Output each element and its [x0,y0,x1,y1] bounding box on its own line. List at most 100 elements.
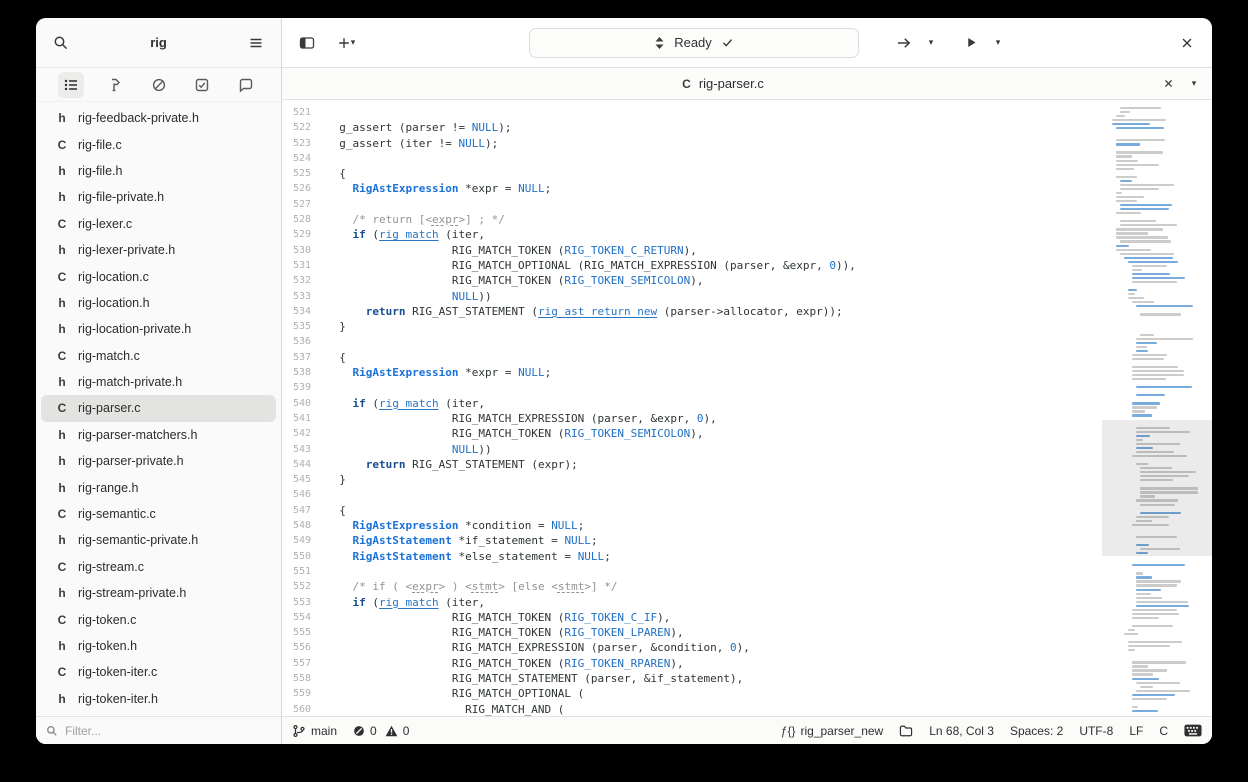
code-line-525[interactable]: 525 { [282,166,1102,181]
file-item-rig-feedback-private.h[interactable]: h rig-feedback-private.h [41,105,276,131]
code-line-533[interactable]: 533 NULL)) [282,289,1102,304]
code-line-551[interactable]: 551 [282,564,1102,579]
file-item-rig-parser-private.h[interactable]: h rig-parser-private.h [41,448,276,474]
file-item-rig-match.c[interactable]: Crig-match.c [41,343,276,369]
code-line-557[interactable]: 557 RIG_MATCH_TOKEN (RIG_TOKEN_RPAREN), [282,656,1102,671]
minimap-viewport[interactable] [1102,420,1212,556]
tab-project-tree[interactable] [58,71,84,98]
file-item-rig-location-private.h[interactable]: h rig-location-private.h [41,316,276,342]
tab-errors[interactable] [146,72,172,98]
deploy-options-button[interactable]: ▾ [920,28,942,58]
search-button[interactable] [46,28,76,58]
file-item-rig-semantic-private.h[interactable]: h rig-semantic-private.h [41,527,276,553]
code-line-534[interactable]: 534 return RIG_AST_STATEMENT (rig_ast_re… [282,304,1102,319]
filetype-icon: h [58,295,66,310]
tab-build[interactable] [102,72,128,98]
code-line-529[interactable]: 529 if (rig_match (iter, [282,227,1102,242]
filetype-icon: C [57,348,67,363]
file-item-rig-match-private.h[interactable]: h rig-match-private.h [41,369,276,395]
current-symbol-indicator[interactable]: ƒ{} rig_parser_new [781,724,883,738]
code-line-560[interactable]: 560 RIG_MATCH_AND ( [282,702,1102,716]
language-indicator[interactable]: C [1159,724,1168,738]
code-line-550[interactable]: 550 RigAstStatement *else_statement = NU… [282,549,1102,564]
code-line-556[interactable]: 556 RIG_MATCH_EXPRESSION (parser, &condi… [282,640,1102,655]
code-line-527[interactable]: 527 [282,197,1102,212]
cursor-position-indicator[interactable]: Ln 68, Col 3 [929,724,994,738]
code-line-546[interactable]: 546 [282,487,1102,502]
keyboard-layout-button[interactable] [1184,724,1202,737]
warning-counter[interactable]: 0 [385,724,409,738]
file-item-rig-semantic.c[interactable]: Crig-semantic.c [41,501,276,527]
file-item-rig-token.c[interactable]: Crig-token.c [41,606,276,632]
code-line-545[interactable]: 545 } [282,472,1102,487]
file-item-rig-file.h[interactable]: h rig-file.h [41,158,276,184]
code-line-539[interactable]: 539 [282,380,1102,395]
circle-slash-icon [151,77,167,93]
code-line-547[interactable]: 547 { [282,503,1102,518]
file-item-rig-stream.c[interactable]: Crig-stream.c [41,554,276,580]
file-item-rig-file-private.h[interactable]: h rig-file-private.h [41,184,276,210]
code-line-535[interactable]: 535 } [282,319,1102,334]
file-item-rig-token-iter.h[interactable]: h rig-token-iter.h [41,686,276,712]
project-folder-button[interactable] [899,725,913,737]
indentation-indicator[interactable]: Spaces: 2 [1010,724,1063,738]
code-line-536[interactable]: 536 [282,334,1102,349]
file-item-rig-token.h[interactable]: h rig-token.h [41,633,276,659]
code-line-521[interactable]: 521 [282,105,1102,120]
file-item-rig-lexer.c[interactable]: Crig-lexer.c [41,211,276,237]
file-item-rig-stream-private.h[interactable]: h rig-stream-private.h [41,580,276,606]
run-button-group: ▾ [956,28,1009,58]
filter-input[interactable] [65,723,271,738]
encoding-indicator[interactable]: UTF-8 [1079,724,1113,738]
run-button[interactable] [956,28,986,58]
new-tab-button[interactable]: ▾ [326,28,366,58]
code-editor[interactable]: 521 522 g_assert (parser != NULL); 523 g_a… [282,100,1102,716]
deploy-button[interactable] [889,28,919,58]
minimap[interactable] [1102,100,1212,716]
file-item-rig-range.h[interactable]: h rig-range.h [41,474,276,500]
code-line-532[interactable]: 532 RIG_MATCH_TOKEN (RIG_TOKEN_SEMICOLON… [282,273,1102,288]
code-line-549[interactable]: 549 RigAstStatement *if_statement = NULL… [282,533,1102,548]
code-line-541[interactable]: 541 RIG_MATCH_EXPRESSION (parser, &expr,… [282,411,1102,426]
file-item-rig-token-iter.c[interactable]: Crig-token-iter.c [41,659,276,685]
file-item-rig-lexer-private.h[interactable]: h rig-lexer-private.h [41,237,276,263]
tab-todo[interactable] [189,72,215,98]
code-line-537[interactable]: 537 { [282,350,1102,365]
file-item-rig-parser-matchers.h[interactable]: h rig-parser-matchers.h [41,422,276,448]
file-item-rig-location.h[interactable]: h rig-location.h [41,290,276,316]
line-ending-indicator[interactable]: LF [1129,724,1143,738]
code-line-522[interactable]: 522 g_assert (parser != NULL); [282,120,1102,135]
code-line-524[interactable]: 524 [282,151,1102,166]
code-line-526[interactable]: 526 RigAstExpression *expr = NULL; [282,181,1102,196]
code-line-528[interactable]: 528 /* return [<expr>] ; */ [282,212,1102,227]
tab-close-button[interactable] [1156,72,1180,96]
tab-list-dropdown-button[interactable]: ▾ [1184,72,1204,96]
code-line-530[interactable]: 530 RIG_MATCH_TOKEN (RIG_TOKEN_C_RETURN)… [282,243,1102,258]
file-item-rig-parser.c[interactable]: Crig-parser.c [41,395,276,422]
window-close-button[interactable] [1172,28,1202,58]
tab-chat[interactable] [233,72,259,98]
code-line-554[interactable]: 554 RIG_MATCH_TOKEN (RIG_TOKEN_C_IF), [282,610,1102,625]
code-line-555[interactable]: 555 RIG_MATCH_TOKEN (RIG_TOKEN_LPAREN), [282,625,1102,640]
code-line-538[interactable]: 538 RigAstExpression *expr = NULL; [282,365,1102,380]
code-line-544[interactable]: 544 return RIG_AST_STATEMENT (expr); [282,457,1102,472]
file-item-rig-location.c[interactable]: Crig-location.c [41,263,276,289]
code-line-558[interactable]: 558 RIG_MATCH_STATEMENT (parser, &if_sta… [282,671,1102,686]
code-line-531[interactable]: 531 RIG_MATCH_OPTIONAL (RIG_MATCH_EXPRES… [282,258,1102,273]
toggle-sidebar-button[interactable] [292,28,322,58]
error-counter[interactable]: 0 [353,724,377,738]
code-line-540[interactable]: 540 if (rig_match (iter, [282,396,1102,411]
omnibar-status[interactable]: Ready [529,27,859,58]
menu-button[interactable] [241,28,271,58]
code-line-523[interactable]: 523 g_assert (iter != NULL); [282,136,1102,151]
code-line-542[interactable]: 542 RIG_MATCH_TOKEN (RIG_TOKEN_SEMICOLON… [282,426,1102,441]
code-line-559[interactable]: 559 RIG_MATCH_OPTIONAL ( [282,686,1102,701]
git-branch-indicator[interactable]: main [292,724,337,738]
code-line-548[interactable]: 548 RigAstExpression *condition = NULL; [282,518,1102,533]
file-item-rig-file.c[interactable]: Crig-file.c [41,131,276,157]
code-line-552[interactable]: 552 /* if ( <expr> ) <stmt> [else <stmt>… [282,579,1102,594]
code-line-553[interactable]: 553 if (rig_match (iter, [282,595,1102,610]
tab-rig-parser[interactable]: C rig-parser.c [290,76,1156,91]
code-line-543[interactable]: 543 NULL)) [282,442,1102,457]
run-options-button[interactable]: ▾ [987,28,1009,58]
